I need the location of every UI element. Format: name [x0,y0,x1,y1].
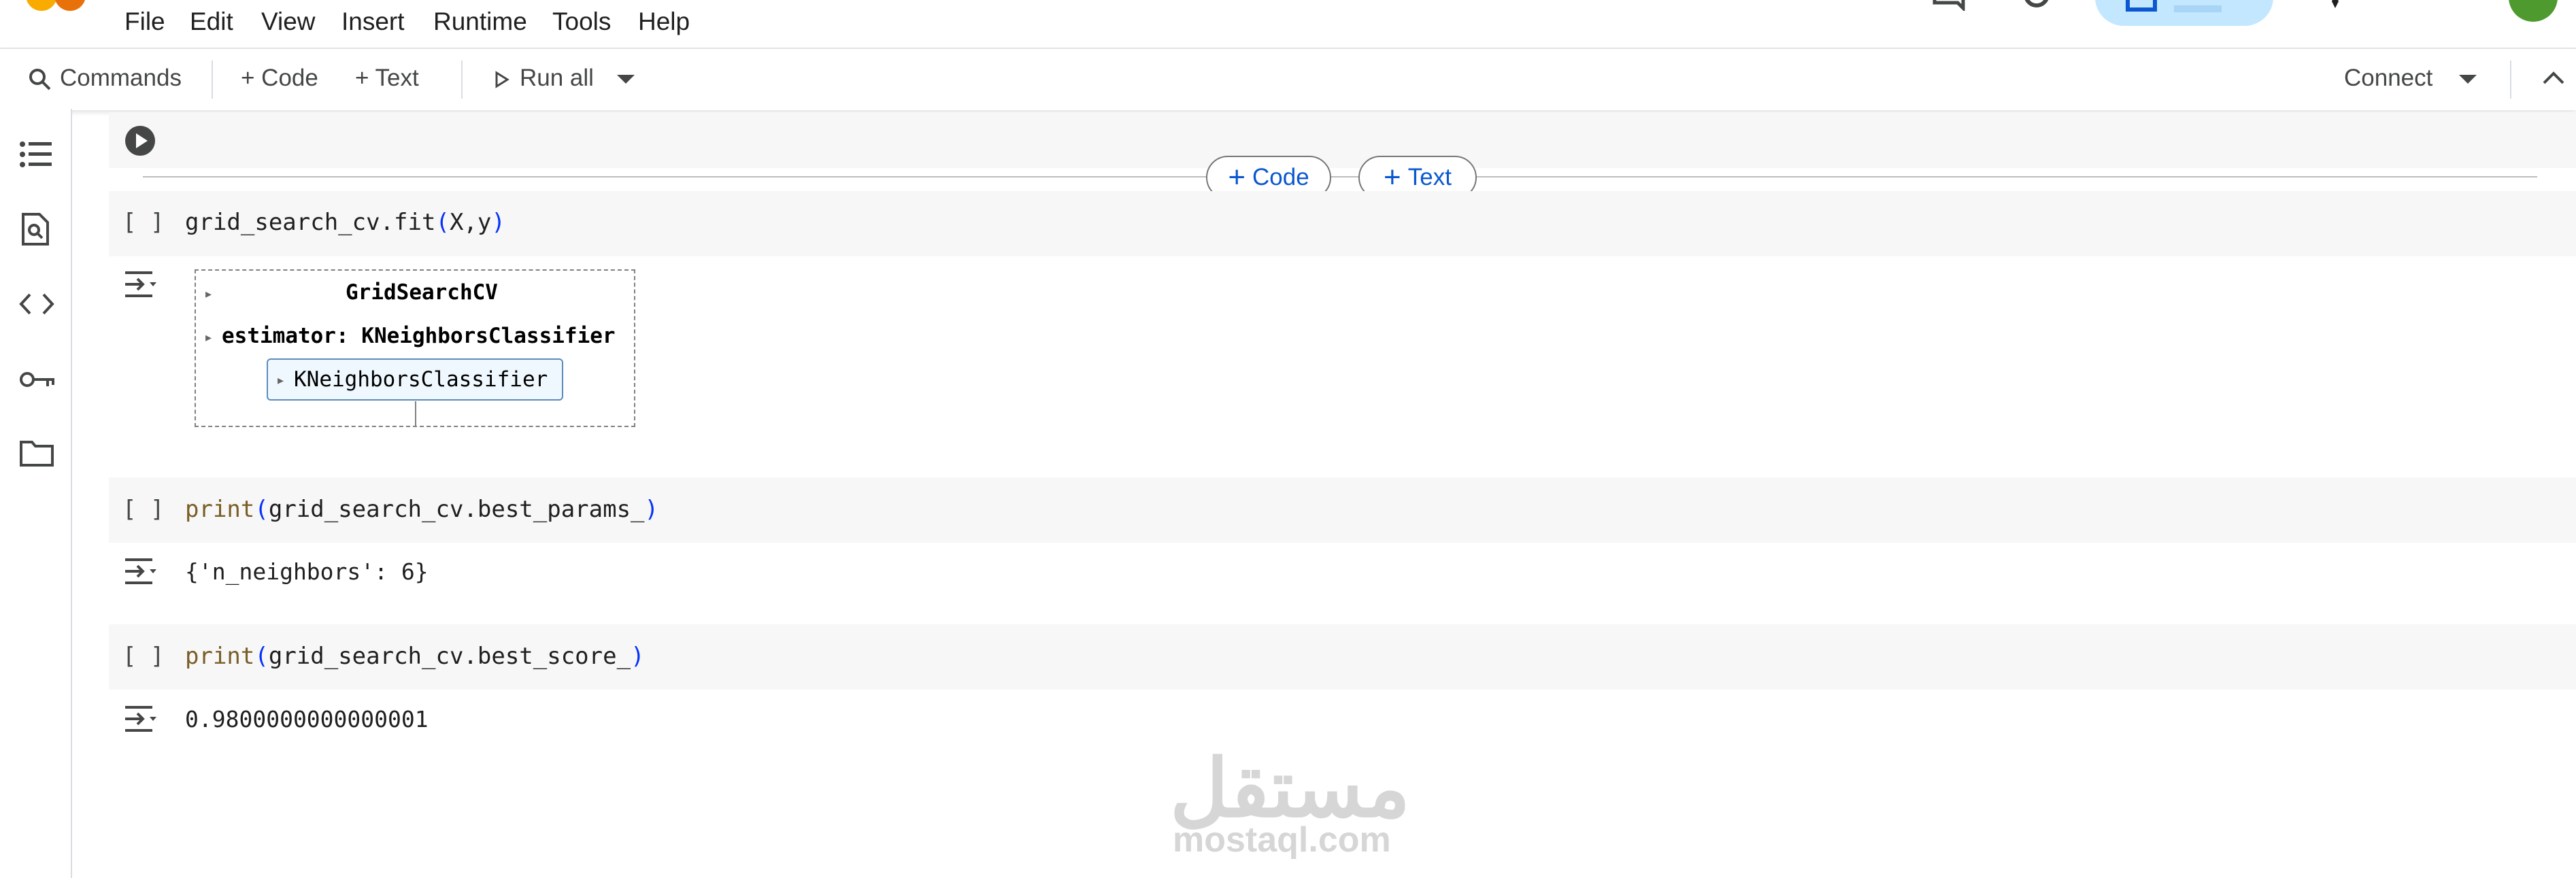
cell-output-text: 0.9800000000000001 [185,706,429,732]
user-avatar[interactable] [2509,0,2558,22]
run-cell-icon[interactable] [124,124,156,157]
connect-button[interactable]: Connect [2344,65,2432,92]
secrets-key-icon[interactable] [19,369,57,390]
code-line[interactable]: grid_search_cv.fit(X,y) [185,209,505,236]
paren-close: ) [644,496,659,523]
notebook-toolbar: Commands + Code + Text Run all Connect [0,48,2576,110]
code-text: grid_search_cv.best_score_ [268,643,631,670]
play-outline-icon [495,71,509,88]
files-folder-icon[interactable] [19,439,54,468]
gridsearchcv-label[interactable]: GridSearchCV [346,280,498,305]
code-line[interactable]: print(grid_search_cv.best_params_) [185,496,658,523]
comment-icon[interactable] [1930,0,1971,11]
code-text: grid_search_cv.best_params_ [268,496,645,523]
menu-insert[interactable]: Insert [341,7,405,36]
kneighbors-label: KNeighborsClassifier [294,367,548,392]
paren-open: ( [254,496,269,523]
settings-gear-icon[interactable] [2018,0,2056,11]
menu-help[interactable]: Help [638,7,690,36]
paren-open: ( [435,209,450,236]
print-keyword: print [185,496,255,523]
output-actions-icon[interactable] [122,557,163,588]
toolbar-divider [2510,61,2511,99]
toolbar-divider [212,61,213,99]
insert-text-label: Text [1407,164,1452,190]
paren-close: ) [491,209,505,236]
add-code-button[interactable]: + Code [241,65,318,92]
menu-file[interactable]: File [124,7,165,36]
cell-execution-bracket[interactable]: [ ] [122,643,164,670]
gemini-spark-icon[interactable] [2325,0,2345,11]
plus-icon: + [1384,161,1401,194]
connect-dropdown-icon[interactable] [2457,72,2479,87]
table-of-contents-icon[interactable] [19,140,54,170]
code-snippets-icon[interactable] [19,292,54,316]
code-line[interactable]: print(grid_search_cv.best_score_) [185,643,645,670]
menu-edit[interactable]: Edit [190,7,233,36]
menu-view[interactable]: View [261,7,316,36]
menu-bar: File Edit View Insert Runtime Tools Help [0,0,2576,46]
kneighbors-estimator-box[interactable]: ▸ KNeighborsClassifier [267,358,563,401]
paren-close: ) [631,643,645,670]
print-keyword: print [185,643,255,670]
cell-execution-bracket[interactable]: [ ] [122,496,164,523]
search-icon [29,69,51,90]
left-sidebar [0,109,72,878]
find-in-notebook-icon[interactable] [19,212,52,246]
share-button[interactable] [2095,0,2273,26]
run-all-dropdown-icon[interactable] [615,72,637,87]
menu-tools[interactable]: Tools [552,7,611,36]
share-icon [2126,0,2157,12]
run-all-button[interactable]: Run all [520,65,594,92]
add-text-button[interactable]: + Text [355,65,419,92]
colab-logo-right [54,0,86,11]
previous-code-cell [109,112,2576,168]
output-actions-icon[interactable] [122,270,163,301]
connector-line [415,401,416,426]
menu-runtime[interactable]: Runtime [433,7,527,36]
gridsearchcv-estimator-diagram: ▸ GridSearchCV ▸ estimator: KNeighborsCl… [195,269,635,427]
cell-output-text: {'n_neighbors': 6} [185,558,429,585]
paren-open: ( [254,643,269,670]
watermark-url: mostaql.com [1173,820,1391,860]
output-actions-icon[interactable] [122,705,163,736]
toolbar-divider [461,61,463,99]
expand-caret-icon[interactable]: ▸ [278,373,284,388]
code-args: X,y [449,209,492,236]
insert-code-label: Code [1252,164,1309,190]
estimator-param-label[interactable]: estimator: KNeighborsClassifier [222,324,616,348]
commands-button[interactable]: Commands [60,65,182,92]
expand-caret-icon[interactable]: ▸ [205,287,212,301]
plus-icon: + [1228,161,1246,194]
cell-execution-bracket[interactable]: [ ] [122,209,164,236]
code-text: grid_search_cv.fit [185,209,436,236]
collapse-chevron-up-icon[interactable] [2541,68,2566,88]
colab-logo [26,0,57,11]
cell-divider [143,176,2537,178]
expand-caret-icon[interactable]: ▸ [205,331,212,345]
